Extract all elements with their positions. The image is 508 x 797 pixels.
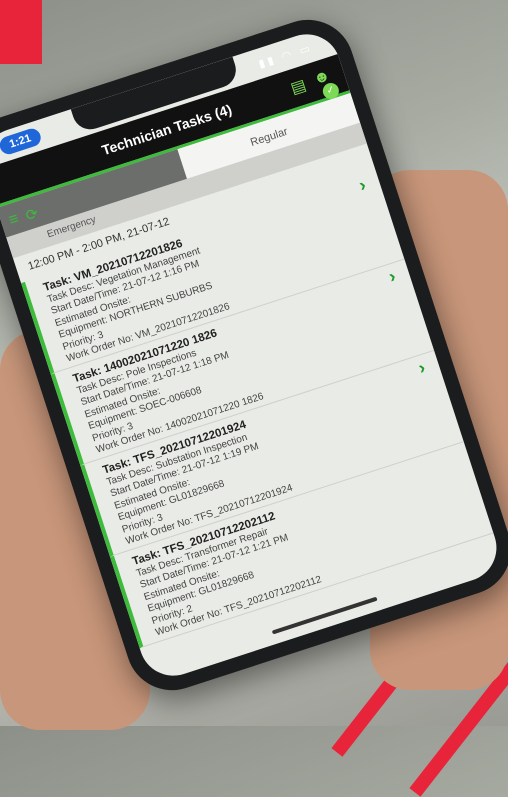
red-corner-accent — [0, 0, 42, 64]
book-icon[interactable]: ▤ — [288, 75, 309, 99]
refresh-icon[interactable]: ⟳ — [23, 204, 41, 225]
menu-icon[interactable]: ≡ — [7, 210, 21, 230]
